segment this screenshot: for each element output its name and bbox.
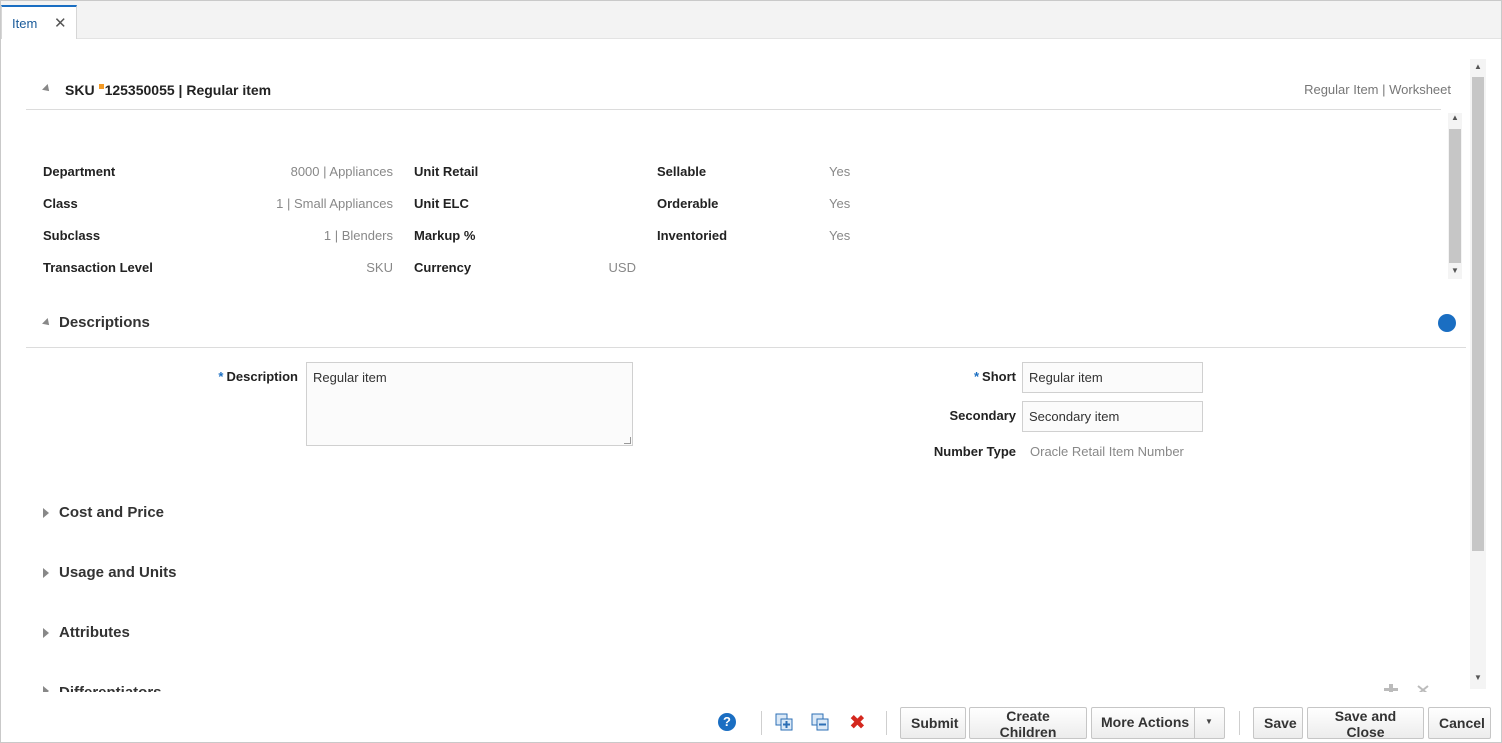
subclass-value: 1 | Blenders — [323, 228, 393, 243]
cancel-button[interactable]: Cancel — [1428, 707, 1491, 739]
toolbar-separator — [761, 711, 762, 735]
descriptions-title[interactable]: Descriptions — [59, 314, 150, 331]
page-title: SKU 125350055 | Regular item — [65, 82, 271, 98]
clipped-section-row: Differentiators — [1, 681, 1466, 692]
divider — [26, 109, 1441, 110]
description-value: Regular item — [313, 370, 387, 385]
create-children-button[interactable]: Create Children — [969, 707, 1087, 740]
delete-icon[interactable] — [1416, 684, 1430, 692]
scroll-up-icon[interactable]: ▲ — [1471, 62, 1485, 71]
more-actions-menu[interactable]: More Actions ▼ — [1091, 707, 1225, 739]
duplicate-icon[interactable] — [811, 711, 831, 733]
tab-item[interactable]: Item ✕ — [1, 5, 77, 39]
number-type-value: Oracle Retail Item Number — [1030, 444, 1184, 459]
triangle-right-icon[interactable] — [43, 628, 49, 638]
tab-item-label: Item — [12, 16, 38, 31]
short-label-text: Short — [982, 369, 1016, 384]
delete-icon[interactable]: ✖ — [849, 712, 866, 734]
triangle-right-icon[interactable] — [43, 686, 49, 692]
markup-label: Markup % — [414, 228, 476, 243]
description-textarea[interactable]: Regular item — [306, 362, 633, 446]
chevron-down-icon[interactable]: ▼ — [1205, 717, 1213, 726]
save-and-close-button[interactable]: Save and Close — [1307, 707, 1424, 740]
department-value: 8000 | Appliances — [290, 164, 393, 179]
secondary-label: Secondary — [949, 408, 1016, 423]
save-button[interactable]: Save — [1253, 707, 1303, 739]
currency-value: USD — [608, 260, 636, 275]
short-label: * Short — [881, 369, 1016, 384]
number-type-label: Number Type — [933, 444, 1016, 459]
sku-value: 125350055 | Regular item — [104, 82, 272, 98]
orderable-value: Yes — [829, 196, 851, 211]
attributes-section[interactable]: Attributes — [59, 624, 130, 641]
summary-scrollbar[interactable]: ▲ ▼ — [1448, 113, 1462, 279]
description-label: * Description — [141, 369, 298, 384]
required-indicator: * — [973, 369, 980, 384]
scroll-down-icon[interactable]: ▼ — [1448, 266, 1462, 275]
submit-button[interactable]: Submit — [900, 707, 966, 739]
triangle-down-icon[interactable] — [42, 318, 52, 328]
toolbar-separator — [886, 711, 887, 735]
orderable-label: Orderable — [657, 196, 719, 211]
subclass-label: Subclass — [43, 228, 101, 243]
scroll-up-icon[interactable]: ▲ — [1448, 113, 1462, 122]
class-value: 1 | Small Appliances — [276, 196, 393, 211]
short-description-input[interactable]: Regular item — [1022, 362, 1203, 393]
add-row-icon[interactable] — [775, 711, 795, 733]
triangle-right-icon[interactable] — [43, 568, 49, 578]
sku-label: SKU — [65, 82, 95, 98]
sellable-label: Sellable — [657, 164, 707, 179]
menu-separator — [1194, 708, 1195, 738]
globe-icon[interactable] — [1438, 314, 1456, 332]
inventoried-label: Inventoried — [657, 228, 728, 243]
main-scroll-thumb[interactable] — [1472, 77, 1484, 551]
cost-and-price-section[interactable]: Cost and Price — [59, 504, 164, 521]
flag-icon — [98, 84, 104, 89]
more-actions-label[interactable]: More Actions — [1101, 714, 1189, 730]
add-icon[interactable] — [1384, 684, 1398, 692]
divider — [26, 347, 1466, 348]
transaction-level-value: SKU — [366, 260, 393, 275]
item-status: Regular Item | Worksheet — [1304, 82, 1451, 97]
differentiators-section[interactable]: Differentiators — [59, 684, 162, 692]
usage-and-units-section[interactable]: Usage and Units — [59, 564, 177, 581]
tab-strip: Item ✕ — [1, 1, 1501, 39]
currency-label: Currency — [414, 260, 472, 275]
description-label-text: Description — [226, 369, 298, 384]
inventoried-value: Yes — [829, 228, 851, 243]
scroll-down-icon[interactable]: ▼ — [1471, 673, 1485, 682]
summary-scroll-thumb[interactable] — [1449, 129, 1461, 263]
main-scrollbar[interactable]: ▲ ▼ — [1470, 59, 1486, 689]
sellable-value: Yes — [829, 164, 851, 179]
class-label: Class — [43, 196, 78, 211]
unit-elc-label: Unit ELC — [414, 196, 469, 211]
close-icon[interactable]: ✕ — [54, 14, 67, 32]
transaction-level-label: Transaction Level — [43, 260, 153, 275]
unit-retail-label: Unit Retail — [414, 164, 479, 179]
resize-handle-icon[interactable] — [624, 437, 631, 444]
required-indicator: * — [218, 369, 224, 384]
department-label: Department — [43, 164, 116, 179]
secondary-description-input[interactable]: Secondary item — [1022, 401, 1203, 432]
triangle-down-icon[interactable] — [42, 84, 52, 94]
toolbar-separator — [1239, 711, 1240, 735]
help-icon[interactable]: ? — [718, 713, 736, 731]
triangle-right-icon[interactable] — [43, 508, 49, 518]
